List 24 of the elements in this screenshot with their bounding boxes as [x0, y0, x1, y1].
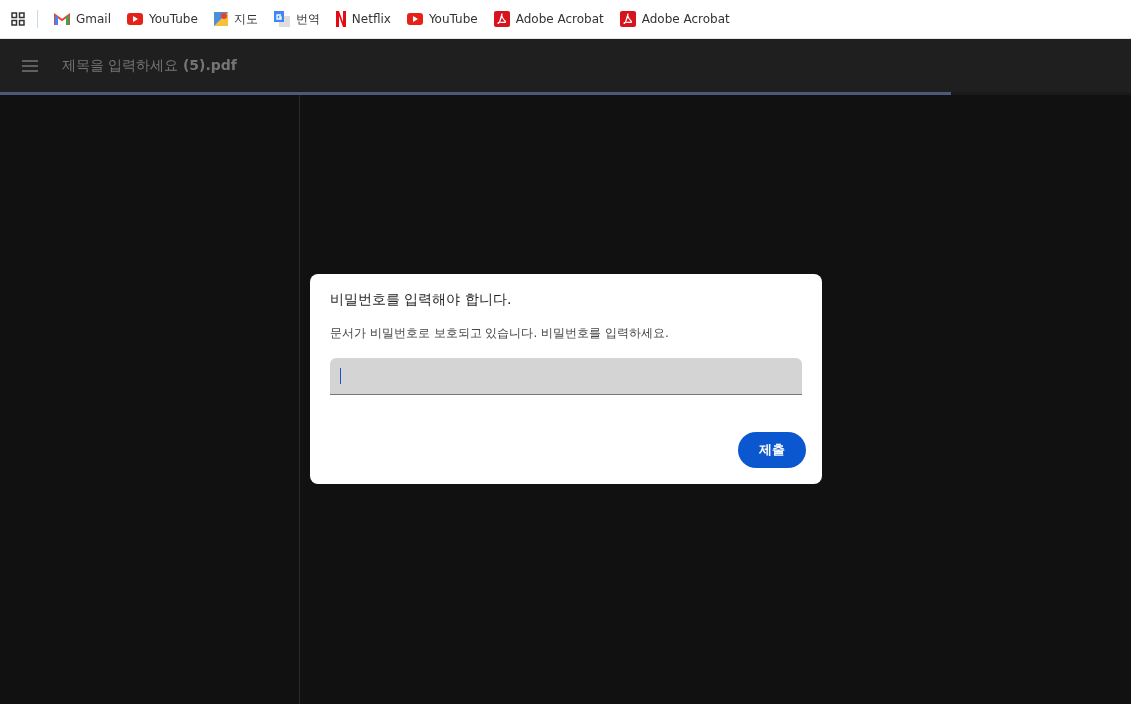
- apps-grid-icon[interactable]: [11, 12, 25, 26]
- dialog-message: 문서가 비밀번호로 보호되고 있습니다. 비밀번호를 입력하세요.: [330, 325, 670, 342]
- bookmark-link[interactable]: YouTube: [398, 8, 486, 30]
- bookmark-link[interactable]: 번역: [265, 6, 328, 32]
- bookmark-link[interactable]: Netflix: [327, 7, 399, 31]
- pdf-icon: [493, 11, 510, 27]
- translate-icon: [273, 11, 290, 27]
- dialog-title: 비밀번호를 입력해야 합니다.: [330, 291, 513, 309]
- password-field[interactable]: [330, 358, 802, 395]
- mail-icon: [54, 13, 70, 25]
- bookmark-link[interactable]: Adobe Acrobat: [485, 7, 612, 31]
- play-icon: [406, 13, 423, 25]
- pdf-icon: [619, 11, 636, 27]
- bookmark-link[interactable]: YouTube: [119, 8, 206, 30]
- play-icon: [127, 13, 143, 25]
- map-icon: [213, 12, 228, 26]
- bookmark-link[interactable]: Adobe Acrobat: [611, 7, 738, 31]
- menu-icon[interactable]: [22, 59, 38, 72]
- document-title: 제목을 입력하세요 (5).pdf: [62, 56, 237, 75]
- submit-button[interactable]: 제출: [738, 432, 806, 468]
- n-logo-icon: [335, 11, 346, 27]
- bookmark-link[interactable]: 지도: [205, 6, 266, 32]
- bookmark-link[interactable]: Gmail: [46, 8, 119, 30]
- text-caret: [340, 368, 342, 384]
